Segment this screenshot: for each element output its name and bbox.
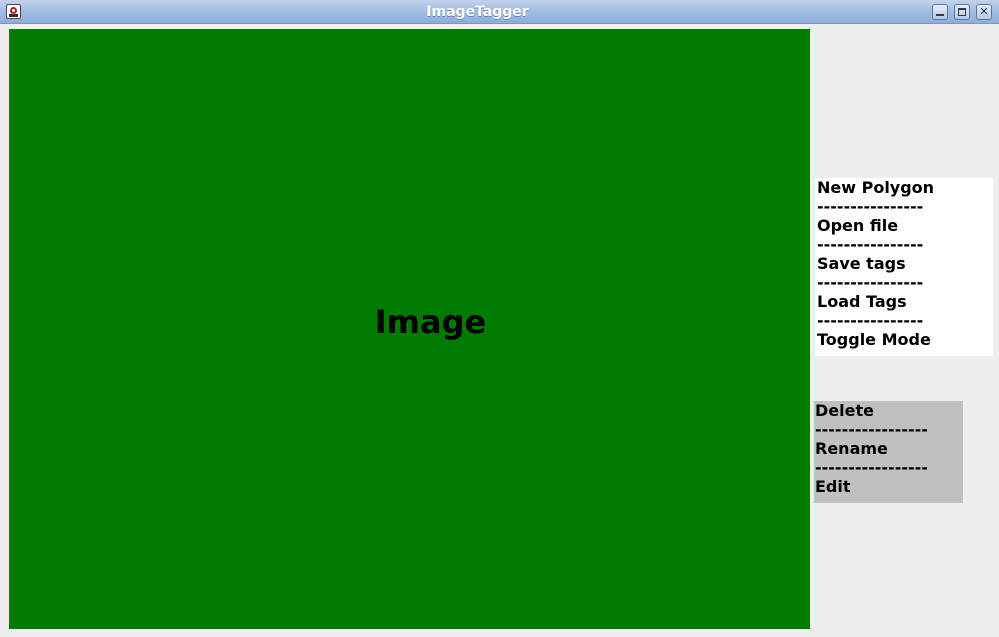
edit-menu-item[interactable]: Edit bbox=[815, 477, 962, 496]
menu-separator: ---------------- bbox=[817, 311, 924, 330]
image-placeholder-label: Image bbox=[374, 303, 487, 341]
menu-separator: ---------------- bbox=[817, 235, 924, 254]
menu-separator: ---------------- bbox=[817, 197, 924, 216]
close-icon: ✕ bbox=[979, 5, 989, 18]
menu-separator: ----------------- bbox=[815, 458, 928, 477]
polygon-context-menu-panel: Delete ----------------- Rename --------… bbox=[814, 401, 963, 503]
window-title: ImageTagger bbox=[426, 4, 529, 20]
save-tags-menu-item[interactable]: Save tags bbox=[817, 254, 991, 273]
close-button[interactable]: ✕ bbox=[976, 4, 992, 20]
menu-separator: ---------------- bbox=[817, 273, 924, 292]
maximize-button[interactable] bbox=[954, 4, 970, 20]
image-canvas[interactable]: Image bbox=[9, 29, 810, 629]
toggle-mode-menu-item[interactable]: Toggle Mode bbox=[817, 330, 991, 349]
new-polygon-menu-item[interactable]: New Polygon bbox=[817, 178, 991, 197]
app-window: ImageTagger ✕ Image New Polygon --------… bbox=[0, 0, 999, 637]
delete-menu-item[interactable]: Delete bbox=[815, 401, 962, 420]
main-menu-panel: New Polygon ---------------- Open file -… bbox=[815, 178, 993, 356]
title-bar[interactable]: ImageTagger ✕ bbox=[0, 0, 999, 24]
menu-separator: ----------------- bbox=[815, 420, 928, 439]
load-tags-menu-item[interactable]: Load Tags bbox=[817, 292, 991, 311]
minimize-icon bbox=[933, 5, 947, 19]
rename-menu-item[interactable]: Rename bbox=[815, 439, 962, 458]
minimize-button[interactable] bbox=[932, 4, 948, 20]
open-file-menu-item[interactable]: Open file bbox=[817, 216, 991, 235]
maximize-icon bbox=[955, 5, 969, 19]
